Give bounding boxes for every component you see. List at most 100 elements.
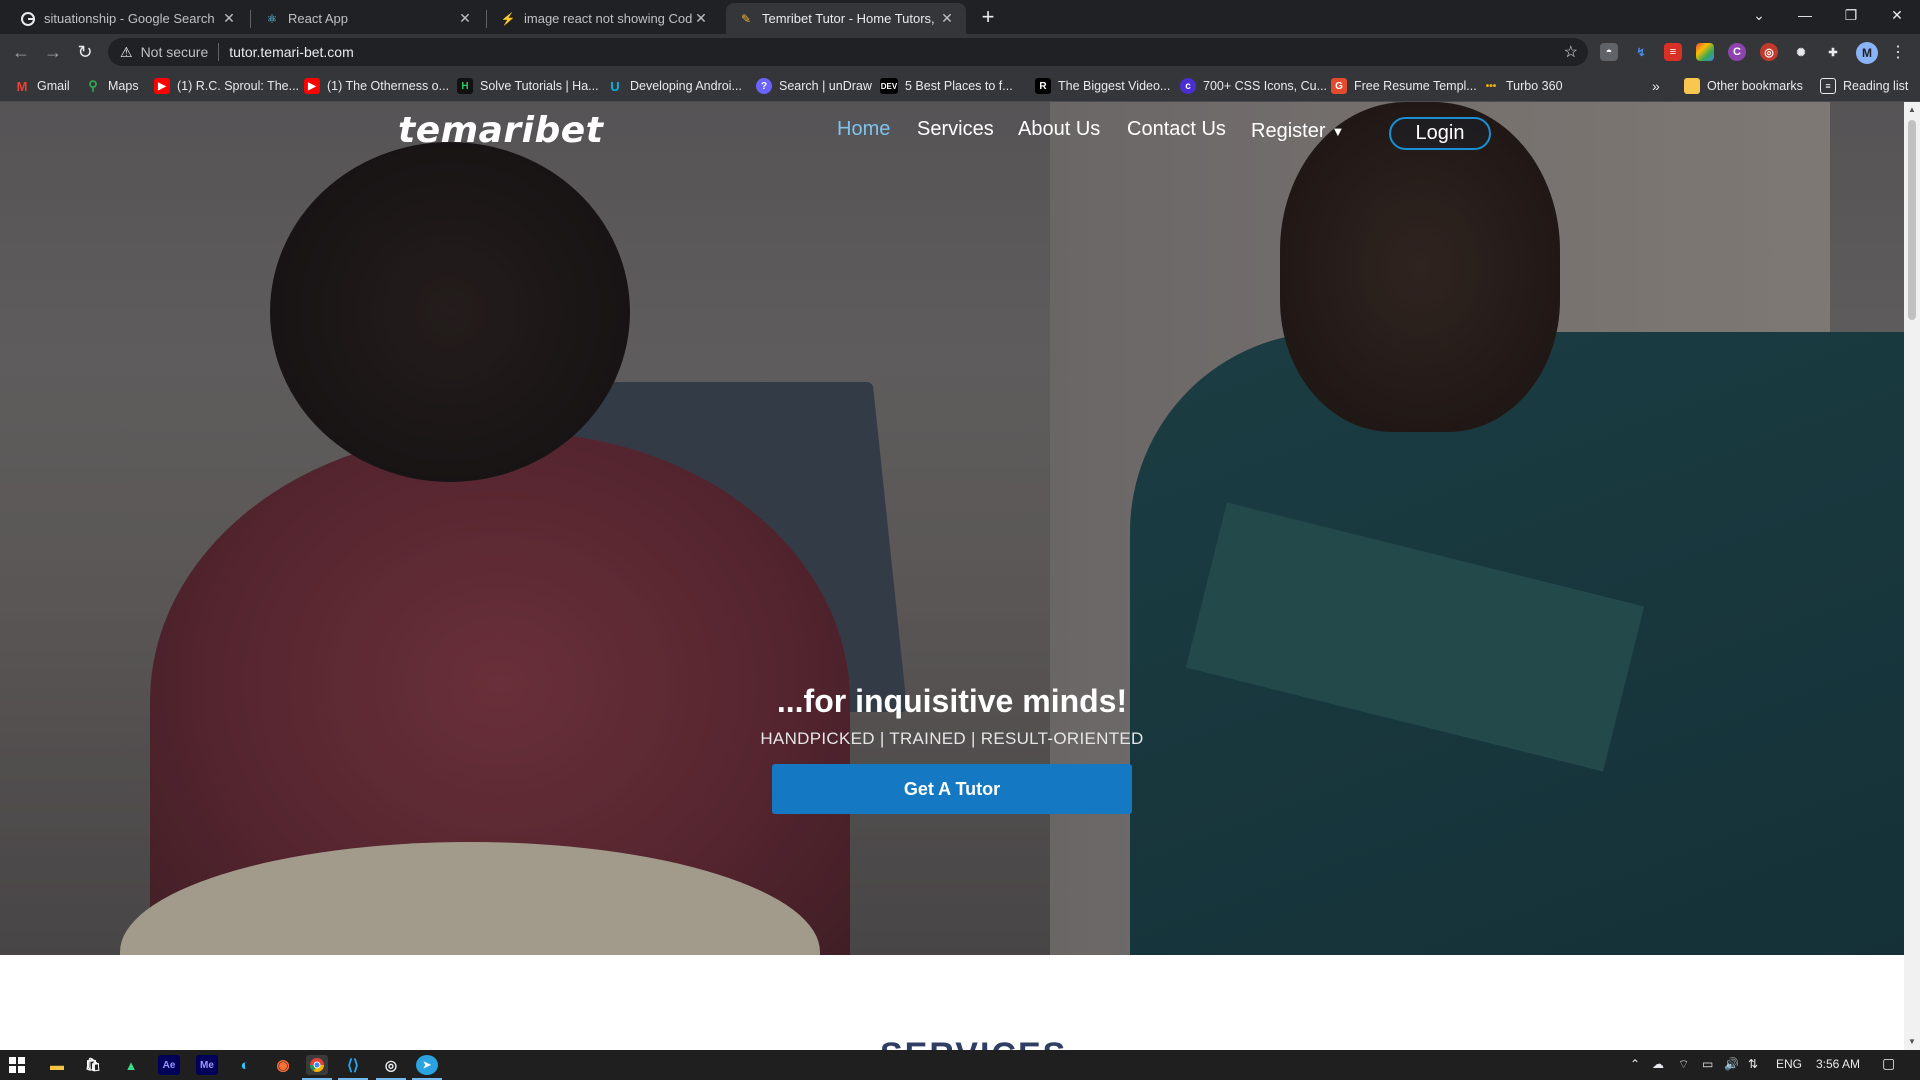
bookmark-label: (1) R.C. Sproul: The... xyxy=(177,79,300,93)
scroll-thumb[interactable] xyxy=(1908,120,1916,320)
folder-icon xyxy=(1684,78,1700,94)
volume-icon[interactable]: 🔊 xyxy=(1724,1057,1739,1071)
hero-section: temaribet Home Services About Us Contact… xyxy=(0,102,1904,955)
extensions-puzzle-icon[interactable]: ✚ xyxy=(1824,43,1842,61)
nav-contact-us[interactable]: Contact Us xyxy=(1127,118,1226,144)
incognito-extension-icon[interactable]: ◓ xyxy=(1600,43,1618,61)
bookmark-css-icons[interactable]: c 700+ CSS Icons, Cu... xyxy=(1180,76,1327,96)
extension-purple-icon[interactable]: C xyxy=(1728,43,1746,61)
bookmark-undraw[interactable]: ? Search | unDraw xyxy=(756,76,872,96)
tab-temaribet[interactable]: ✎ Temribet Tutor - Home Tutors, O ✕ xyxy=(726,3,966,34)
tab-title: image react not showing Code E xyxy=(524,11,692,26)
tray-chevron-up-icon[interactable]: ⌃ xyxy=(1630,1057,1640,1071)
youtube-icon: ▶ xyxy=(154,78,170,94)
address-bar[interactable]: ⚠ Not secure tutor.temari-bet.com ☆ xyxy=(108,38,1588,66)
nav-register-dropdown[interactable]: Register ▼ xyxy=(1251,118,1344,144)
other-bookmarks[interactable]: Other bookmarks xyxy=(1684,76,1803,96)
tab-google-search[interactable]: situationship - Google Search ✕ xyxy=(8,3,248,34)
file-explorer-icon[interactable]: ▬ xyxy=(46,1055,68,1075)
close-icon[interactable]: ✕ xyxy=(938,10,956,28)
reading-list[interactable]: ≡ Reading list xyxy=(1820,76,1908,96)
tab-strip: situationship - Google Search ✕ ⚛ React … xyxy=(0,0,1920,34)
obs-icon[interactable]: ◎ xyxy=(380,1055,402,1075)
chrome-icon[interactable] xyxy=(306,1055,328,1075)
vscode-icon[interactable]: ⟨⟩ xyxy=(342,1055,364,1075)
tab-search-icon[interactable]: ⌄ xyxy=(1736,0,1782,30)
bookmark-resume[interactable]: G Free Resume Templ... xyxy=(1331,76,1477,96)
menu-icon[interactable]: ⋮ xyxy=(1890,42,1906,62)
grepper-icon: ⚡ xyxy=(500,11,516,26)
bookmark-otherness[interactable]: ▶ (1) The Otherness o... xyxy=(304,76,449,96)
bookmark-star-icon[interactable]: ☆ xyxy=(1564,42,1578,62)
forward-icon[interactable]: → xyxy=(41,40,65,64)
nav-register-label: Register xyxy=(1251,119,1326,142)
color-picker-icon[interactable] xyxy=(1696,43,1714,61)
temaribet-icon: ✎ xyxy=(740,11,752,26)
undraw-icon: ? xyxy=(756,78,772,94)
bookmarks-overflow-button[interactable]: » xyxy=(1652,76,1660,96)
bookmark-label: Turbo 360 xyxy=(1506,79,1563,93)
close-icon[interactable]: ✕ xyxy=(692,10,710,28)
close-window-icon[interactable]: ✕ xyxy=(1874,0,1920,30)
telegram-icon[interactable]: ➤ xyxy=(416,1055,438,1075)
notifications-icon[interactable]: ▢ xyxy=(1882,1055,1895,1072)
store-icon[interactable]: 🛍 xyxy=(82,1055,104,1075)
scroll-up-icon[interactable]: ▲ xyxy=(1904,102,1920,118)
bookmark-android[interactable]: U Developing Androi... xyxy=(607,76,742,96)
nav-home[interactable]: Home xyxy=(837,118,890,144)
site-logo[interactable]: temaribet xyxy=(398,110,603,151)
bookmark-hackerrank[interactable]: H Solve Tutorials | Ha... xyxy=(457,76,599,96)
extension-gear-icon[interactable]: ✺ xyxy=(1792,43,1810,61)
resume-icon: G xyxy=(1331,78,1347,94)
bookmark-turbo[interactable]: ••• Turbo 360 xyxy=(1483,76,1563,96)
bookmarks-bar: M Gmail ⚲ Maps ▶ (1) R.C. Sproul: The... ▶ (… xyxy=(0,70,1920,102)
tab-divider xyxy=(250,10,251,28)
reload-icon[interactable]: ↻ xyxy=(73,40,97,64)
extension-target-icon[interactable]: ◎ xyxy=(1760,43,1778,61)
bookmark-rc-sproul[interactable]: ▶ (1) R.C. Sproul: The... xyxy=(154,76,299,96)
battery-icon[interactable]: ▭ xyxy=(1702,1057,1713,1071)
bookmark-biggest-video[interactable]: R The Biggest Video... xyxy=(1035,76,1170,96)
restore-icon[interactable]: ❐ xyxy=(1828,0,1874,30)
divider xyxy=(218,43,220,61)
clock[interactable]: 3:56 AM xyxy=(1816,1057,1860,1071)
security-label[interactable]: Not secure xyxy=(141,44,209,60)
extension-arrow-icon[interactable]: ↯ xyxy=(1632,43,1650,61)
after-effects-icon[interactable]: Ae xyxy=(158,1055,180,1075)
gmail-icon: M xyxy=(16,78,28,94)
media-encoder-icon[interactable]: Me xyxy=(196,1055,218,1075)
close-icon[interactable]: ✕ xyxy=(456,10,474,28)
page-scrollbar[interactable]: ▲ ▼ xyxy=(1904,102,1920,1050)
new-tab-button[interactable]: + xyxy=(976,6,1000,30)
wifi-icon[interactable]: ⌔ xyxy=(1678,1057,1689,1072)
url-text[interactable]: tutor.temari-bet.com xyxy=(229,44,354,60)
language-indicator[interactable]: ENG xyxy=(1776,1057,1802,1071)
nav-about-us[interactable]: About Us xyxy=(1018,118,1100,144)
onedrive-icon[interactable]: ☁ xyxy=(1652,1057,1664,1071)
windows-start-icon[interactable] xyxy=(6,1055,28,1075)
bookmark-gmail[interactable]: M Gmail xyxy=(14,76,70,96)
tab-divider xyxy=(486,10,487,28)
edge-icon[interactable]: ◐ xyxy=(234,1055,256,1075)
get-a-tutor-button[interactable]: Get A Tutor xyxy=(772,764,1132,814)
minimize-icon[interactable]: — xyxy=(1782,0,1828,30)
bookmark-maps[interactable]: ⚲ Maps xyxy=(85,76,138,96)
tab-grepper[interactable]: ⚡ image react not showing Code E ✕ xyxy=(488,3,720,34)
profile-avatar[interactable]: M xyxy=(1856,42,1878,64)
sync-icon[interactable]: ⇅ xyxy=(1748,1057,1758,1071)
chevron-down-icon: ▼ xyxy=(1331,123,1345,139)
close-icon[interactable]: ✕ xyxy=(220,10,238,28)
bookmark-dev[interactable]: DEV 5 Best Places to f... xyxy=(880,76,1013,96)
back-icon[interactable]: ← xyxy=(9,40,33,64)
extension-red-icon[interactable]: ≡ xyxy=(1664,43,1682,61)
google-icon xyxy=(20,11,36,27)
nav-services[interactable]: Services xyxy=(917,118,994,144)
firefox-icon[interactable]: ◉ xyxy=(272,1055,294,1075)
bookmark-label: The Biggest Video... xyxy=(1058,79,1171,93)
bookmark-label: Free Resume Templ... xyxy=(1354,79,1477,93)
tab-react-app[interactable]: ⚛ React App ✕ xyxy=(252,3,484,34)
scroll-down-icon[interactable]: ▼ xyxy=(1904,1034,1920,1050)
android-studio-icon[interactable]: ▲ xyxy=(120,1055,142,1075)
login-button[interactable]: Login xyxy=(1389,117,1491,150)
hackerrank-icon: H xyxy=(457,78,473,94)
